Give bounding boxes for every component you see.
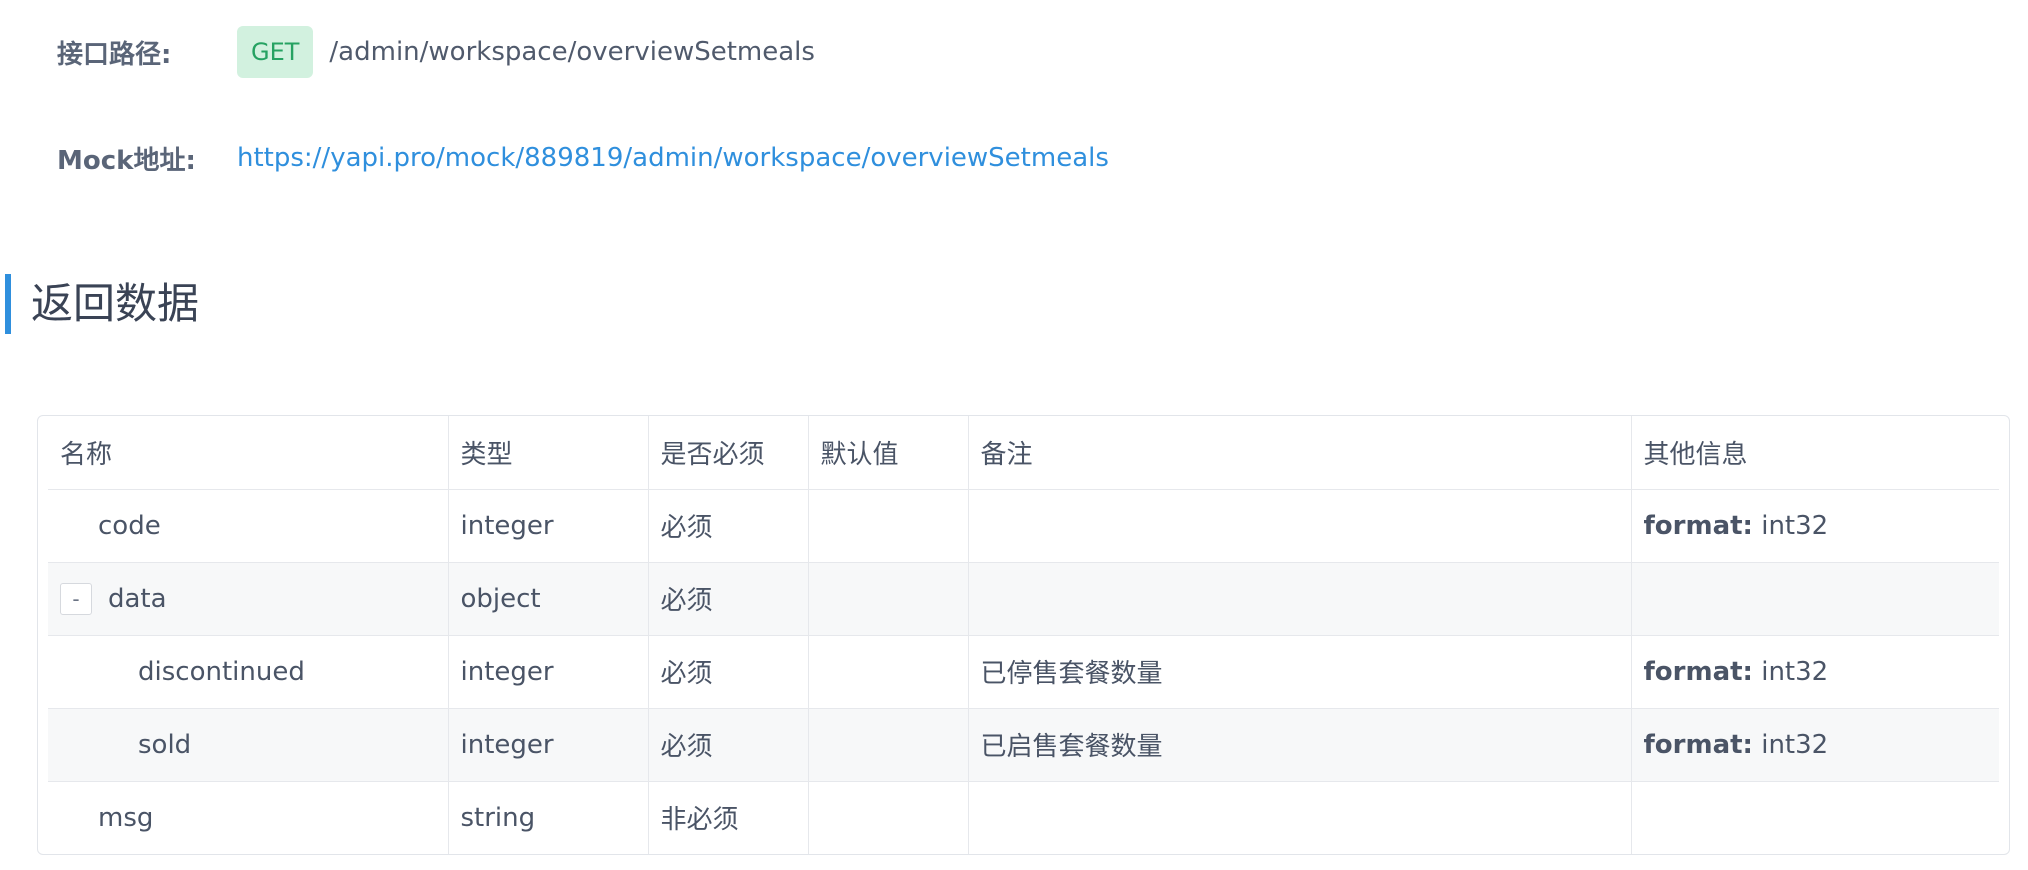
header-default: 默认值 xyxy=(808,416,969,490)
format-key: format: xyxy=(1643,510,1753,541)
api-path-text: /admin/workspace/overviewSetmeals xyxy=(329,37,815,67)
field-required: 必须 xyxy=(648,562,809,636)
field-required: 必须 xyxy=(648,489,809,563)
field-other-info xyxy=(1631,562,1999,636)
api-path-label: 接口路径: xyxy=(57,39,172,70)
field-other-info xyxy=(1631,781,1999,854)
table-header-row: 名称 类型 是否必须 默认值 备注 其他信息 xyxy=(48,416,1999,490)
field-type: string xyxy=(448,781,649,854)
field-name: data xyxy=(108,583,167,614)
table-row: msg string 非必须 xyxy=(48,781,1999,854)
format-key: format: xyxy=(1643,656,1753,687)
header-required: 是否必须 xyxy=(648,416,809,490)
field-required: 必须 xyxy=(648,635,809,709)
table-row: discontinued integer 必须 已停售套餐数量 format: … xyxy=(48,635,1999,709)
field-other-info: format: int32 xyxy=(1631,708,1999,782)
field-type: integer xyxy=(448,635,649,709)
field-other-info: format: int32 xyxy=(1631,489,1999,563)
field-required: 必须 xyxy=(648,708,809,782)
field-name: sold xyxy=(48,708,449,782)
header-type: 类型 xyxy=(448,416,649,490)
field-name: code xyxy=(48,489,449,563)
mock-url-row: Mock地址: https://yapi.pro/mock/889819/adm… xyxy=(57,138,1109,178)
mock-url-label: Mock地址: xyxy=(57,145,196,176)
format-value: int32 xyxy=(1761,729,1829,760)
field-note: 已停售套餐数量 xyxy=(968,635,1632,709)
section-title: 返回数据 xyxy=(5,274,199,334)
field-other-info: format: int32 xyxy=(1631,635,1999,709)
format-key: format: xyxy=(1643,729,1753,760)
mock-url-link[interactable]: https://yapi.pro/mock/889819/admin/works… xyxy=(237,143,1109,173)
format-value: int32 xyxy=(1761,510,1829,541)
field-default xyxy=(808,489,969,563)
field-default xyxy=(808,781,969,854)
field-note: 已启售套餐数量 xyxy=(968,708,1632,782)
table-row: code integer 必须 format: int32 xyxy=(48,489,1999,563)
field-default xyxy=(808,635,969,709)
response-table: 名称 类型 是否必须 默认值 备注 其他信息 code integer 必须 f… xyxy=(48,416,1999,854)
field-note xyxy=(968,489,1632,563)
field-note xyxy=(968,781,1632,854)
field-type: object xyxy=(448,562,649,636)
field-default xyxy=(808,562,969,636)
field-name: msg xyxy=(48,781,449,854)
api-path-row: 接口路径: GET /admin/workspace/overviewSetme… xyxy=(57,26,815,78)
header-other-info: 其他信息 xyxy=(1631,416,1999,490)
field-type: integer xyxy=(448,708,649,782)
field-default xyxy=(808,708,969,782)
header-note: 备注 xyxy=(968,416,1632,490)
collapse-toggle-button[interactable]: - xyxy=(60,582,92,615)
field-name-cell: - data xyxy=(48,562,449,636)
field-note xyxy=(968,562,1632,636)
table-row: - data object 必须 xyxy=(48,562,1999,636)
field-name: discontinued xyxy=(48,635,449,709)
format-value: int32 xyxy=(1761,656,1829,687)
field-type: integer xyxy=(448,489,649,563)
response-table-container: 名称 类型 是否必须 默认值 备注 其他信息 code integer 必须 f… xyxy=(37,415,2010,855)
table-row: sold integer 必须 已启售套餐数量 format: int32 xyxy=(48,708,1999,782)
http-method-badge: GET xyxy=(237,26,314,78)
field-required: 非必须 xyxy=(648,781,809,854)
header-name: 名称 xyxy=(48,416,449,490)
